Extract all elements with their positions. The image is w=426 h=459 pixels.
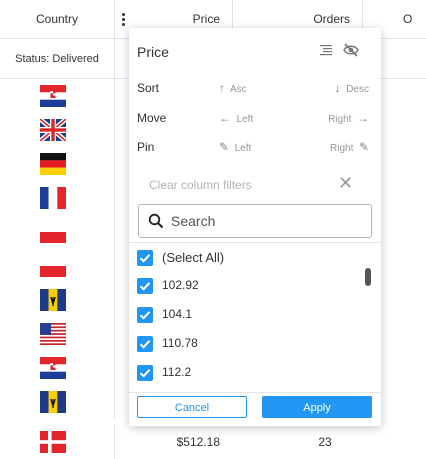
sort-row: Sort ↑ Asc ↓ Desc (129, 78, 381, 98)
country-cell (0, 79, 115, 113)
pin-right-button[interactable]: Right ✎ (299, 140, 369, 154)
arrow-right-icon: → (357, 111, 369, 125)
arrow-left-icon: ← (219, 111, 231, 125)
list-item[interactable]: 102.92 (129, 274, 359, 300)
pin-row: Pin ✎ Left Right ✎ (129, 137, 381, 157)
checkbox-checked-icon[interactable] (137, 307, 153, 323)
select-all-label: (Select All) (162, 250, 225, 265)
country-cell (0, 385, 115, 419)
country-cell (0, 147, 115, 181)
list-icon[interactable] (319, 43, 333, 57)
column-header-country[interactable]: Country (0, 0, 115, 39)
pin-icon: ✎ (219, 140, 230, 154)
germany-flag-icon (40, 153, 66, 175)
apply-button[interactable]: Apply (262, 396, 372, 418)
checkbox-checked-icon[interactable] (137, 365, 153, 381)
country-cell (0, 351, 115, 385)
denmark-flag-icon (40, 431, 66, 453)
list-item-label: 110.78 (162, 336, 198, 350)
list-item-label: 102.92 (162, 278, 199, 292)
search-box[interactable] (138, 204, 372, 238)
arrow-down-icon: ↓ (334, 81, 341, 95)
country-cell (0, 317, 115, 351)
list-scrollbar[interactable] (365, 268, 371, 286)
arrow-up-icon: ↑ (219, 81, 225, 95)
country-filter[interactable]: Status: Delivered (0, 39, 115, 79)
country-cell (0, 181, 115, 215)
price-cell: $512.18 (176, 435, 220, 449)
country-cell (0, 283, 115, 317)
pin-left-button[interactable]: ✎ Left (219, 140, 269, 154)
search-icon (148, 213, 164, 229)
country-cell (0, 425, 115, 459)
checkbox-checked-icon[interactable] (137, 336, 153, 352)
list-item[interactable]: 104.1 (129, 303, 359, 329)
france-flag-icon (40, 187, 66, 209)
usa-flag-icon (40, 323, 66, 345)
croatia-flag-icon (40, 357, 66, 379)
clear-filters-row[interactable]: Clear column filters ✕ (129, 173, 381, 197)
divider (129, 392, 381, 393)
list-item-label: 104.1 (162, 307, 193, 321)
move-label: Move (137, 111, 167, 125)
checkbox-checked-icon[interactable] (137, 278, 153, 294)
column-filter-popup: Price Sort ↑ Asc ↓ Desc Move ← Left Righ… (129, 28, 381, 426)
move-row: Move ← Left Right → (129, 108, 381, 128)
sort-desc-button[interactable]: ↓ Desc (299, 81, 369, 95)
search-input[interactable] (169, 211, 359, 231)
clear-filters-label: Clear column filters (149, 178, 252, 192)
uk-flag-icon (40, 119, 66, 141)
select-all-item[interactable]: (Select All) (129, 246, 359, 272)
country-cell (0, 249, 115, 283)
country-cell (0, 113, 115, 147)
sort-asc-button[interactable]: ↑ Asc (219, 81, 269, 95)
sort-label: Sort (137, 81, 160, 95)
country-cell (0, 215, 115, 249)
column-menu-icon[interactable] (118, 12, 128, 28)
pin-icon: ✎ (358, 140, 369, 154)
cancel-button[interactable]: Cancel (137, 396, 247, 418)
checkbox-checked-icon[interactable] (137, 250, 153, 266)
eye-off-icon[interactable] (343, 42, 359, 58)
popup-title: Price (137, 44, 169, 60)
move-left-button[interactable]: ← Left (219, 111, 269, 125)
list-item-label: 112.2 (162, 365, 192, 379)
divider (129, 242, 381, 243)
move-right-button[interactable]: Right → (299, 111, 369, 125)
list-item[interactable]: 112.2 (129, 361, 359, 387)
list-item[interactable]: 110.78 (129, 332, 359, 358)
filter-value-list: (Select All) 102.92 104.1 110.78 112.2 (129, 246, 381, 391)
poland-flag-icon (40, 221, 66, 243)
croatia-flag-icon (40, 85, 66, 107)
barbados-flag-icon (40, 289, 66, 311)
close-icon[interactable]: ✕ (338, 173, 353, 194)
poland-flag-icon (40, 255, 66, 277)
pin-label: Pin (137, 140, 155, 154)
barbados-flag-icon (40, 391, 66, 413)
orders-cell: 23 (318, 435, 332, 449)
table-row[interactable]: $512.18 23 (0, 425, 426, 459)
